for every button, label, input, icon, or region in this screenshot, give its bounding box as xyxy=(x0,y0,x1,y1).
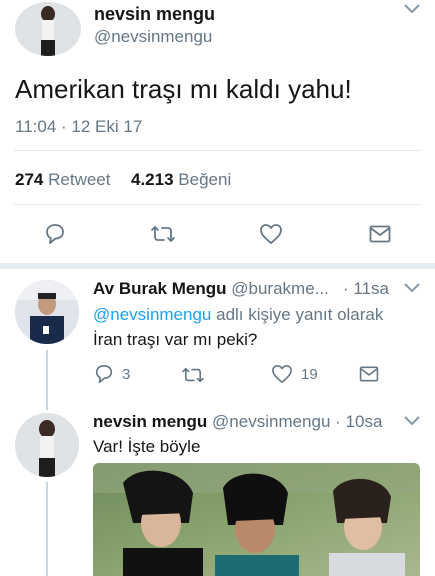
reply-text: Var! İşte böyle xyxy=(93,437,201,456)
thread-line xyxy=(46,482,48,576)
like-stat[interactable]: 4.213 Beğeni xyxy=(131,170,231,190)
tweet-text: Amerikan traşı mı kaldı yahu! xyxy=(15,74,352,104)
retweet-icon[interactable] xyxy=(149,224,177,244)
reply-time[interactable]: · 11sa xyxy=(343,279,389,299)
retweet-label: Retweet xyxy=(48,170,111,189)
avatar[interactable] xyxy=(15,413,79,477)
like-count: 4.213 xyxy=(131,170,174,189)
avatar[interactable] xyxy=(15,280,79,344)
reply-icon[interactable] xyxy=(43,223,67,245)
like-count: 19 xyxy=(301,366,318,383)
divider xyxy=(14,204,421,205)
thread-line xyxy=(46,350,48,410)
message-icon[interactable] xyxy=(369,225,391,243)
attached-photo[interactable] xyxy=(93,463,420,576)
section-separator xyxy=(0,263,435,269)
reply-icon[interactable] xyxy=(93,364,115,384)
like-label: Beğeni xyxy=(178,170,232,189)
reply-to-link[interactable]: @nevsinmengu xyxy=(93,305,211,324)
reply-time[interactable]: · 10sa xyxy=(335,412,382,431)
avatar[interactable] xyxy=(15,2,81,56)
chevron-down-icon[interactable] xyxy=(404,416,420,426)
author-name[interactable]: nevsin mengu xyxy=(94,4,215,25)
reply-header: Av Burak Mengu @burakme... xyxy=(93,279,329,299)
reply-author-handle[interactable]: @nevsinmengu xyxy=(212,412,330,431)
chevron-down-icon[interactable] xyxy=(404,283,420,293)
like-icon[interactable] xyxy=(271,364,293,384)
divider xyxy=(14,150,421,151)
like-icon[interactable] xyxy=(259,223,283,245)
reply-author-name[interactable]: nevsin mengu xyxy=(93,412,207,431)
reply-text: İran traşı var mı peki? xyxy=(93,330,258,349)
reply-header: nevsin mengu @nevsinmengu · 10sa xyxy=(93,412,382,432)
retweet-count: 274 xyxy=(15,170,44,189)
reply-author-name[interactable]: Av Burak Mengu xyxy=(93,279,227,298)
reply-to-suffix: adlı kişiye yanıt olarak xyxy=(216,305,384,324)
message-icon[interactable] xyxy=(359,366,379,382)
reply-context: @nevsinmengu adlı kişiye yanıt olarak xyxy=(93,305,383,325)
author-handle[interactable]: @nevsinmengu xyxy=(94,27,212,47)
reply-author-handle[interactable]: @burakme... xyxy=(231,279,329,298)
tweet-timestamp: 11:04 · 12 Eki 17 xyxy=(15,117,143,136)
chevron-down-icon[interactable] xyxy=(404,4,420,14)
retweet-stat[interactable]: 274 Retweet xyxy=(15,170,110,190)
reply-count: 3 xyxy=(122,366,131,383)
retweet-icon[interactable] xyxy=(180,366,206,384)
